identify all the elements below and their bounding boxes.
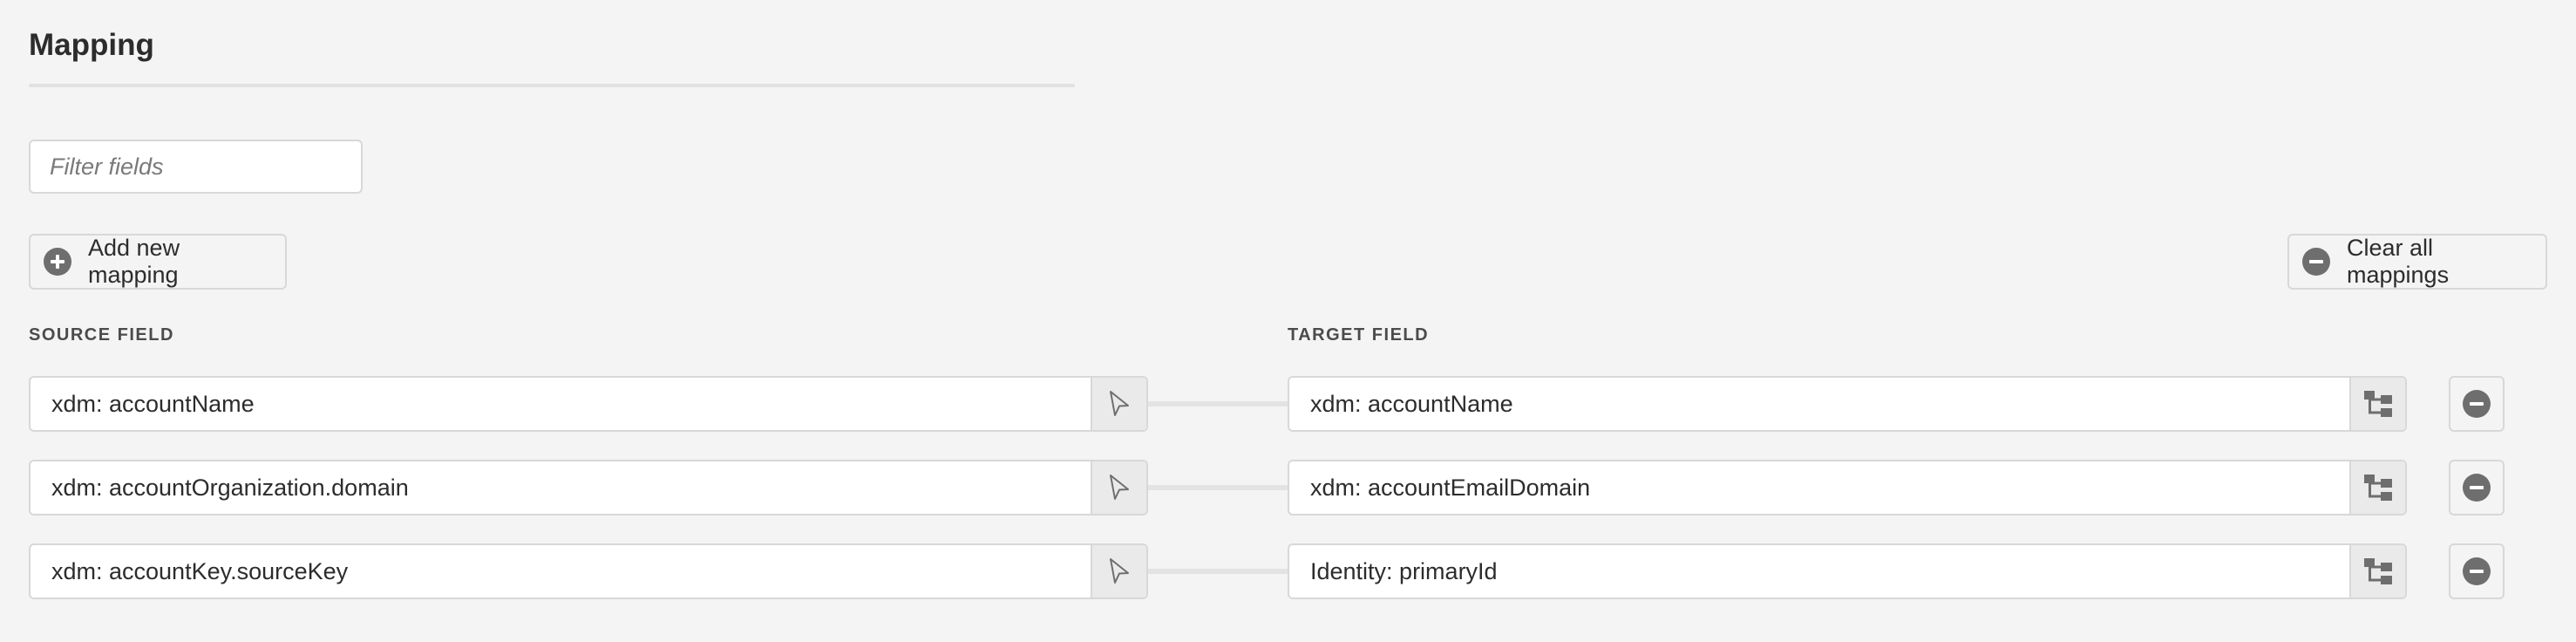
select-target-schema-button[interactable] xyxy=(2349,545,2405,598)
mapping-connector xyxy=(1148,485,1288,490)
mapping-connector xyxy=(1148,569,1288,574)
select-source-button[interactable] xyxy=(1091,461,1146,514)
source-field-heading: SOURCE FIELD xyxy=(29,325,174,345)
target-field-heading: TARGET FIELD xyxy=(1288,325,1430,345)
select-source-button[interactable] xyxy=(1091,545,1146,598)
schema-tree-icon xyxy=(2364,391,2392,417)
remove-circle-icon xyxy=(2463,390,2491,418)
target-field-value: xdm: accountEmailDomain xyxy=(1310,475,1591,501)
add-new-mapping-label: Add new mapping xyxy=(88,235,180,288)
title-divider xyxy=(29,84,1075,87)
target-field-value: xdm: accountName xyxy=(1310,391,1513,417)
target-field-input[interactable]: xdm: accountName xyxy=(1288,376,2407,432)
select-target-schema-button[interactable] xyxy=(2349,461,2405,514)
remove-circle-icon xyxy=(2301,247,2331,277)
remove-mapping-button[interactable] xyxy=(2449,376,2505,432)
page-title: Mapping xyxy=(29,28,154,62)
source-field-value: xdm: accountName xyxy=(51,391,255,417)
add-circle-icon xyxy=(43,247,72,277)
source-field-input[interactable]: xdm: accountName xyxy=(29,376,1148,432)
clear-all-mappings-label: Clear all mappings xyxy=(2347,235,2450,288)
source-field-value: xdm: accountKey.sourceKey xyxy=(51,558,349,584)
filter-fields-input[interactable] xyxy=(29,140,363,194)
select-cursor-icon xyxy=(1110,391,1129,416)
schema-tree-icon xyxy=(2364,558,2392,584)
target-field-value: Identity: primaryId xyxy=(1310,558,1498,584)
remove-mapping-button[interactable] xyxy=(2449,460,2505,516)
add-new-mapping-button[interactable]: Add new mapping xyxy=(29,234,287,290)
select-cursor-icon xyxy=(1110,558,1129,584)
clear-all-mappings-button[interactable]: Clear all mappings xyxy=(2287,234,2547,290)
select-target-schema-button[interactable] xyxy=(2349,378,2405,430)
mapping-row: xdm: accountName xdm: accountName xyxy=(0,376,2576,432)
mapping-connector xyxy=(1148,401,1288,406)
mapping-row: xdm: accountKey.sourceKey Identity: prim… xyxy=(0,543,2576,599)
source-field-value: xdm: accountOrganization.domain xyxy=(51,475,409,501)
remove-circle-icon xyxy=(2463,474,2491,502)
select-source-button[interactable] xyxy=(1091,378,1146,430)
target-field-input[interactable]: Identity: primaryId xyxy=(1288,543,2407,599)
source-field-input[interactable]: xdm: accountKey.sourceKey xyxy=(29,543,1148,599)
source-field-input[interactable]: xdm: accountOrganization.domain xyxy=(29,460,1148,516)
schema-tree-icon xyxy=(2364,475,2392,501)
select-cursor-icon xyxy=(1110,475,1129,500)
remove-circle-icon xyxy=(2463,557,2491,585)
remove-mapping-button[interactable] xyxy=(2449,543,2505,599)
mapping-row: xdm: accountOrganization.domain xdm: acc… xyxy=(0,460,2576,516)
target-field-input[interactable]: xdm: accountEmailDomain xyxy=(1288,460,2407,516)
